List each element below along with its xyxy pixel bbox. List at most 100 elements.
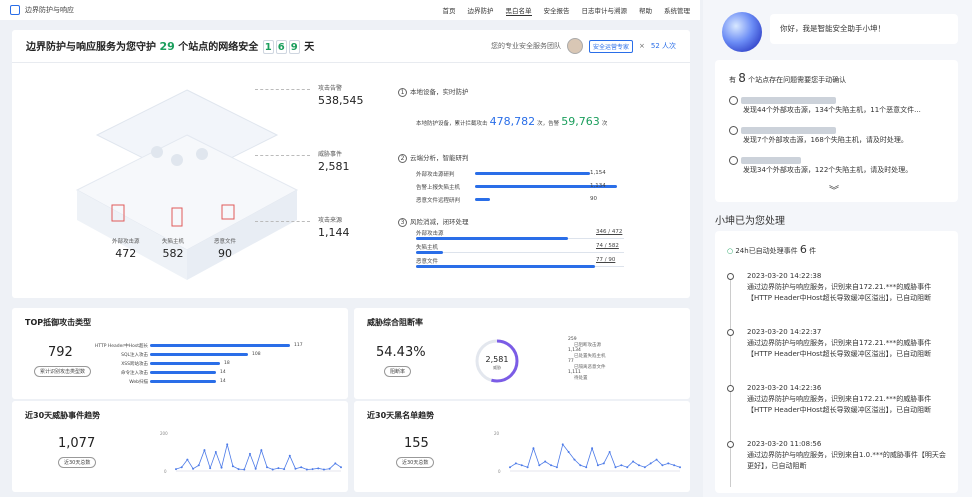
trend-point bbox=[550, 464, 553, 467]
app-title: 边界防护与响应 bbox=[25, 6, 74, 14]
attack-type-label: XSS跨站攻击 bbox=[121, 362, 148, 367]
shield-icon bbox=[10, 5, 20, 15]
attack-type-label: 命令注入攻击 bbox=[121, 371, 148, 376]
attack-type-bar bbox=[150, 353, 248, 356]
attack-type-value: 108 bbox=[252, 352, 261, 357]
attack-type-count: 792 bbox=[48, 345, 73, 360]
trend-point bbox=[328, 467, 331, 470]
closure-row-value[interactable]: 74 / 582 bbox=[596, 243, 619, 249]
trend-point bbox=[532, 447, 535, 450]
confirm-item[interactable]: 发现7个外部攻击源，168个失陷主机，请及时处理。 bbox=[729, 126, 908, 145]
panel-title: TOP抵御攻击类型 bbox=[25, 318, 92, 327]
timeline-dot-icon bbox=[727, 273, 734, 280]
trend-point bbox=[632, 460, 635, 463]
trend-point bbox=[203, 449, 206, 452]
confirm-card: 有 8 个站点存在问题需要您手动确认 发现44个外部攻击源，134个失陷主机，1… bbox=[715, 60, 958, 202]
trend-point bbox=[538, 464, 541, 467]
nav-home[interactable]: 首页 bbox=[443, 5, 456, 16]
attack-type-value: 18 bbox=[224, 361, 230, 366]
analysis-row-value: 1,154 bbox=[590, 170, 606, 176]
analysis-row-value: 90 bbox=[590, 196, 597, 202]
trend-point bbox=[214, 451, 217, 453]
legend-label: 待处置 bbox=[574, 376, 588, 381]
site-count: 29 bbox=[159, 40, 175, 53]
stat-attack-alerts: 攻击告警 538,545 bbox=[318, 85, 364, 107]
handled-title: 小坤已为您处理 bbox=[715, 216, 785, 227]
confirm-title: 有 8 个站点存在问题需要您手动确认 bbox=[729, 71, 847, 85]
nav-audit[interactable]: 日志审计与溯源 bbox=[582, 5, 628, 16]
nav-blackwhite[interactable]: 黑白名单 bbox=[505, 5, 532, 16]
nav-system[interactable]: 系统管理 bbox=[664, 5, 690, 16]
trend-point bbox=[544, 460, 547, 463]
trend-count: 1,077 bbox=[58, 436, 96, 451]
analysis-row-label: 外部攻击源研判 bbox=[416, 172, 455, 178]
analysis-row-bar bbox=[475, 172, 590, 175]
blacklist-pill[interactable]: 近30天总数 bbox=[396, 457, 435, 468]
attack-type-value: 14 bbox=[220, 370, 226, 375]
attack-type-pill[interactable]: 累计识别攻击类型数 bbox=[34, 366, 92, 377]
trend-line bbox=[175, 444, 342, 470]
trend-point bbox=[673, 464, 676, 467]
trend-point bbox=[608, 451, 611, 453]
trend-point bbox=[585, 466, 588, 469]
block-rate-donut: 2,581 威胁 bbox=[475, 339, 519, 383]
trend-point bbox=[237, 468, 240, 471]
attack-type-label: Web扫描 bbox=[129, 380, 148, 385]
main-nav: 首页 边界防护 黑白名单 安全报告 日志审计与溯源 帮助 系统管理 bbox=[443, 5, 690, 16]
attack-type-value: 117 bbox=[294, 343, 303, 348]
trend-point bbox=[300, 466, 303, 469]
trend-point bbox=[220, 466, 223, 469]
trend-point bbox=[192, 467, 195, 470]
blacklist-trend-panel: 近30天黑名单趋势 155 近30天总数 20 0 bbox=[354, 401, 690, 492]
avatar bbox=[566, 38, 583, 54]
trend-line bbox=[509, 443, 681, 468]
trend-point bbox=[655, 458, 658, 461]
attack-type-bar bbox=[150, 362, 220, 365]
trend-point bbox=[567, 451, 570, 453]
isometric-illustration bbox=[75, 89, 299, 280]
trend-point bbox=[180, 466, 183, 469]
trend-point bbox=[626, 466, 629, 469]
trend-point bbox=[266, 466, 269, 469]
threat-rate-panel: 威胁综合阻断率 54.43% 阻断率 2,581 威胁 bbox=[354, 308, 690, 399]
trend-point bbox=[322, 468, 325, 471]
trend-point bbox=[561, 443, 564, 446]
stat-threat-events: 威胁事件 2,581 bbox=[318, 151, 350, 173]
trend-point bbox=[317, 467, 320, 470]
trend-point bbox=[573, 458, 576, 461]
closure-row-value[interactable]: 77 / 90 bbox=[596, 257, 615, 263]
close-icon[interactable]: × bbox=[639, 42, 645, 50]
trend-point bbox=[186, 458, 189, 461]
closure-row-bar bbox=[416, 265, 595, 268]
threat-trend-panel: 近30天威胁事件趋势 1,077 近30天总数 200 0 bbox=[12, 401, 348, 492]
attack-type-label: SQL注入攻击 bbox=[121, 353, 148, 358]
event-item: 2023-03-20 11:08:56 通过边界防护与响应服务，识别来自1.0.*… bbox=[727, 439, 949, 472]
nav-help[interactable]: 帮助 bbox=[639, 5, 652, 16]
block-rate-pill[interactable]: 阻断率 bbox=[384, 366, 412, 377]
legend-label: 已处置失陷主机 bbox=[574, 354, 606, 359]
step-3-title: 3 风险消减，闭环处理 bbox=[398, 216, 469, 227]
legend-value: 77 bbox=[568, 359, 574, 364]
nav-report[interactable]: 安全报告 bbox=[544, 5, 570, 16]
trend-point bbox=[231, 465, 234, 468]
nav-protection[interactable]: 边界防护 bbox=[468, 5, 494, 16]
expert-tag: 安全运营专家 bbox=[588, 39, 633, 53]
trend-point bbox=[294, 467, 297, 470]
confirm-item[interactable]: 发现44个外部攻击源，134个失陷主机，11个恶意文件... bbox=[729, 96, 921, 115]
trend-pill[interactable]: 近30天总数 bbox=[58, 457, 97, 468]
step-1-title: 1 本地设备，实时防护 bbox=[398, 86, 469, 97]
iso-stat-compromised-host: 失陷主机 582 bbox=[162, 239, 185, 260]
y-max-label: 200 bbox=[160, 431, 168, 436]
step-2-title: 2 云端分析，智能研判 bbox=[398, 152, 469, 163]
attack-type-label: HTTP Header中Host超长 bbox=[94, 344, 148, 349]
chevron-down-icon[interactable]: ︾ bbox=[829, 182, 839, 197]
confirm-item[interactable]: 发现34个外部攻击源，122个失陷主机，请及时处理。 bbox=[729, 156, 912, 175]
assistant-orb-icon bbox=[722, 12, 762, 52]
attack-type-bar bbox=[150, 371, 216, 374]
auto-handled-summary: ○ 24h已自动处理事件 6 件 bbox=[727, 243, 817, 256]
event-item: 2023-03-20 14:22:38 通过边界防护与响应服务，识别来自172.2… bbox=[727, 271, 949, 304]
attack-type-bar bbox=[150, 344, 290, 347]
trend-point bbox=[340, 466, 342, 469]
overview-header: 边界防护与响应服务为您守护 29 个站点的网络安全 169 天 您的专业安全服务… bbox=[12, 30, 690, 63]
closure-row-value[interactable]: 346 / 472 bbox=[596, 229, 622, 235]
